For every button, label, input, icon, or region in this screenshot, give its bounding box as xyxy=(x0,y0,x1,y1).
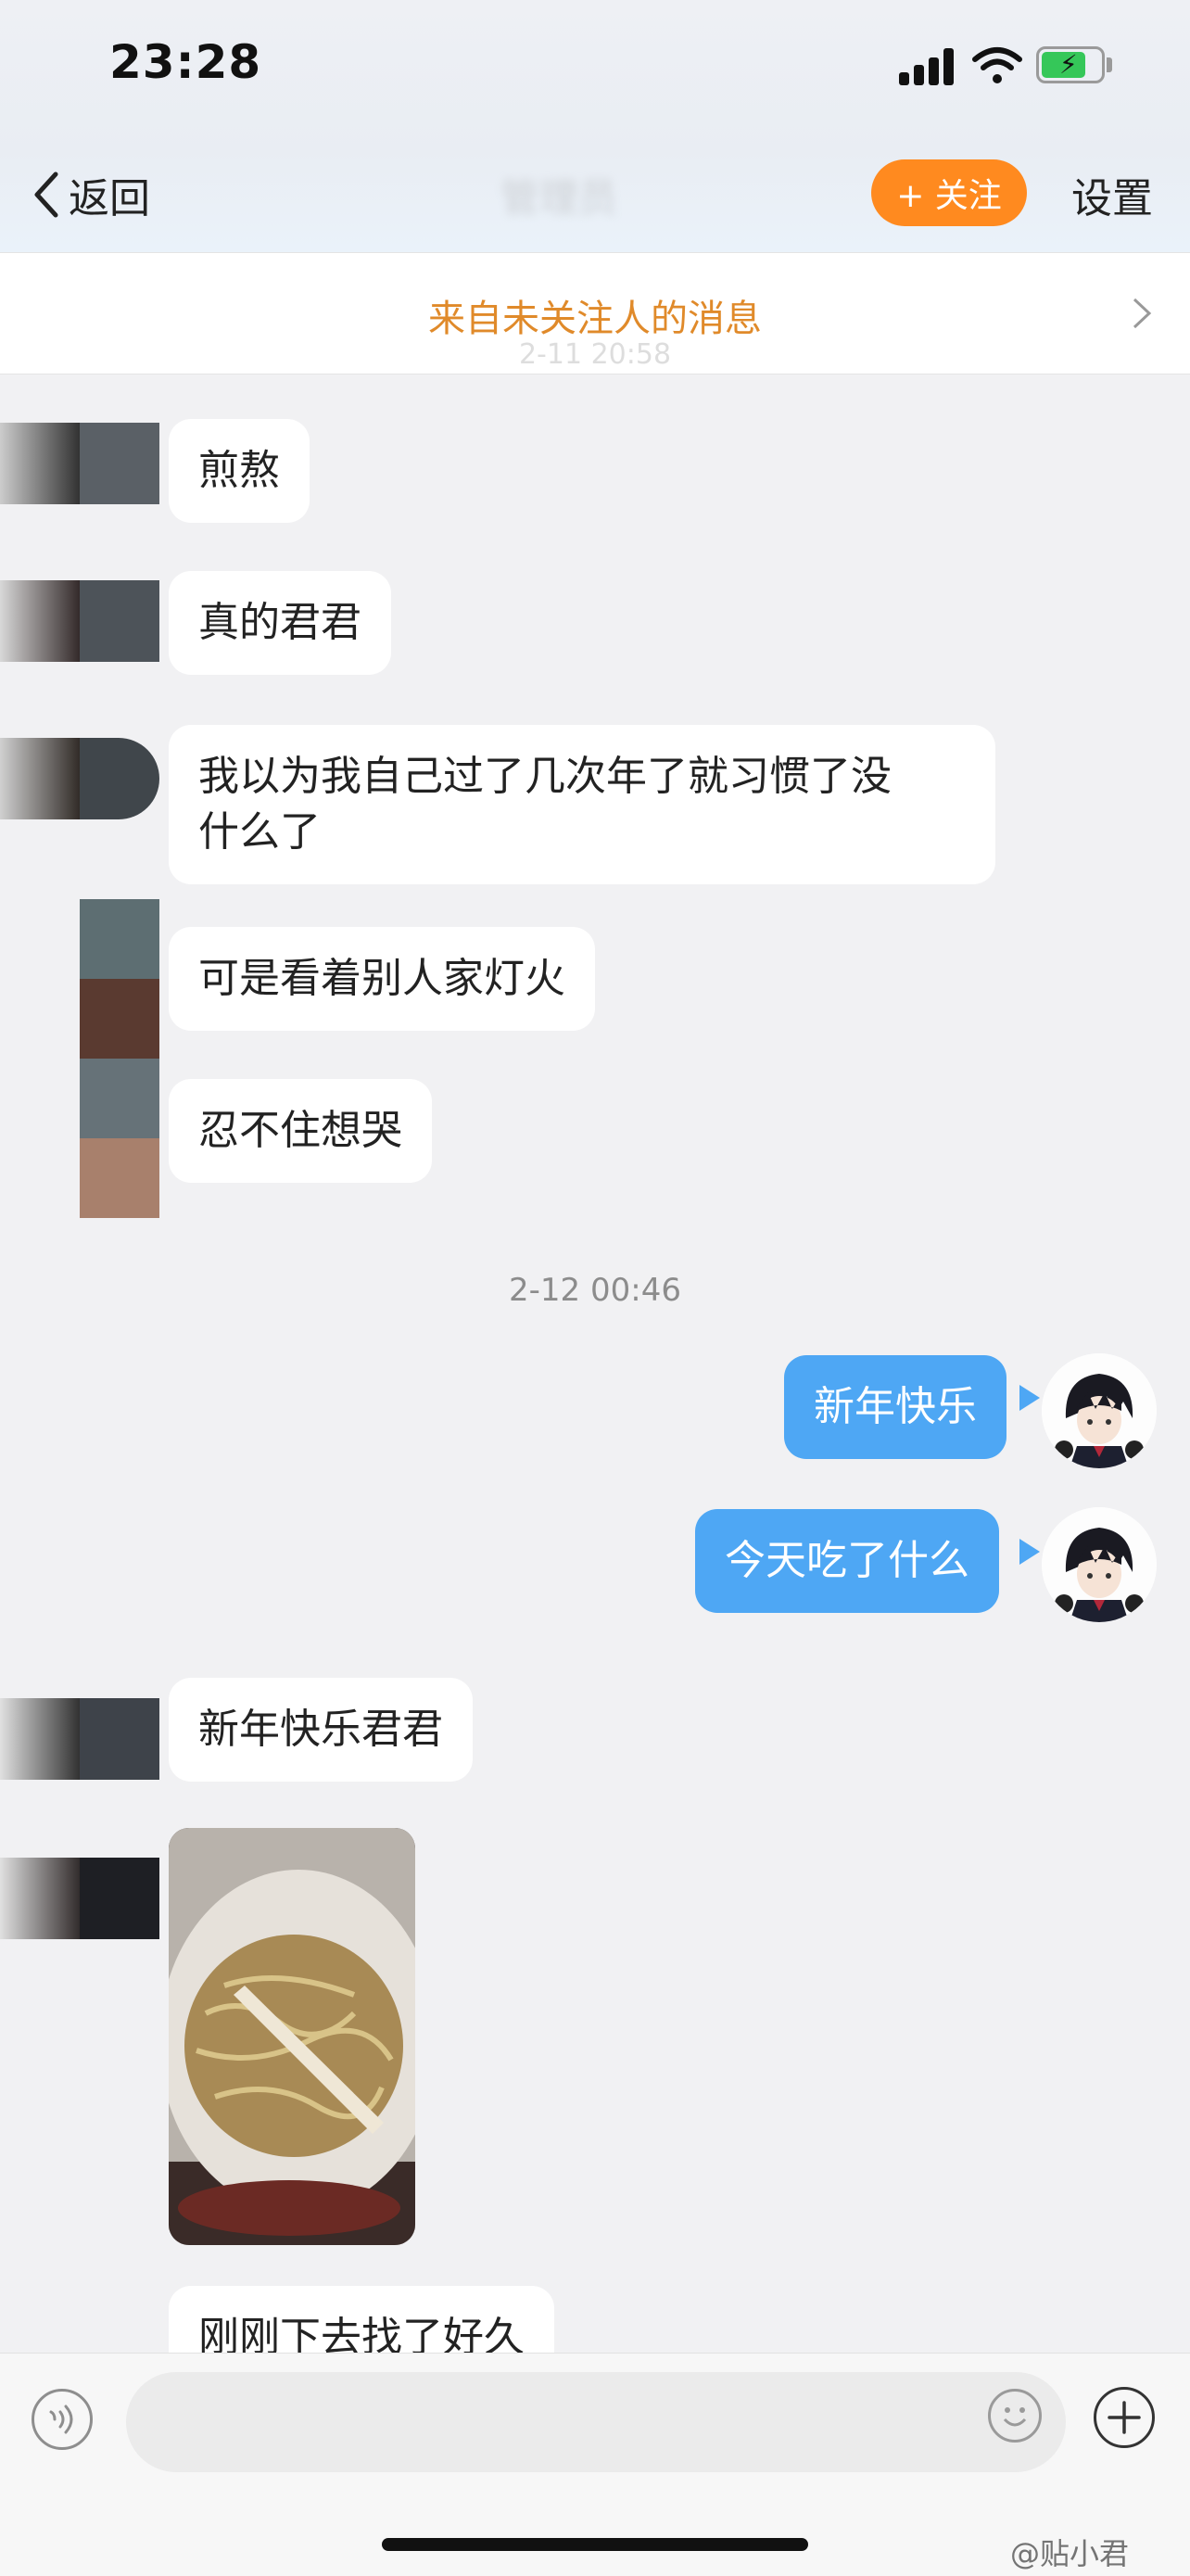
banner-timestamp: 2-11 20:58 xyxy=(518,338,672,371)
emoji-icon[interactable] xyxy=(988,2389,1042,2443)
message-bubble-outgoing[interactable]: 新年快乐 xyxy=(784,1355,1006,1459)
message-bubble[interactable]: 可是看着别人家灯火 xyxy=(169,927,595,1031)
sender-avatar[interactable] xyxy=(80,899,159,1218)
wifi-icon xyxy=(972,47,1022,83)
battery-cap xyxy=(1107,57,1112,72)
image-message[interactable] xyxy=(169,1828,415,2245)
sender-avatar[interactable] xyxy=(0,580,159,662)
my-avatar[interactable] xyxy=(1042,1353,1157,1468)
message-bubble[interactable]: 新年快乐君君 xyxy=(169,1678,473,1782)
my-avatar[interactable] xyxy=(1042,1507,1157,1622)
top-bar: 23:28 ⚡ 返回 管理员 + 关注 设置 xyxy=(0,0,1190,252)
conversation-title: 管理员 xyxy=(500,175,618,221)
status-time: 23:28 xyxy=(109,35,262,89)
follow-button[interactable]: + 关注 xyxy=(871,159,1027,226)
message-line: 我以为我自己过了几次年了就习惯了没 xyxy=(198,753,892,800)
anime-avatar-icon xyxy=(1042,1353,1157,1468)
message-bubble[interactable]: 忍不住想哭 xyxy=(169,1079,432,1183)
anime-avatar-icon xyxy=(1042,1507,1157,1622)
watermark: @贴小君 xyxy=(1010,2536,1130,2571)
message-bubble-outgoing[interactable]: 今天吃了什么 xyxy=(695,1509,999,1613)
bubble-tail xyxy=(1019,1539,1040,1565)
message-bubble[interactable]: 煎熬 xyxy=(169,419,310,523)
message-bubble[interactable]: 我以为我自己过了几次年了就习惯了没 什么了 xyxy=(169,725,995,884)
sender-avatar[interactable] xyxy=(0,1698,159,1780)
plus-icon[interactable] xyxy=(1094,2387,1155,2448)
message-input[interactable] xyxy=(126,2372,1066,2472)
chevron-left-icon xyxy=(34,171,58,218)
bubble-tail xyxy=(1019,1385,1040,1411)
banner-text: 来自未关注人的消息 xyxy=(428,298,762,340)
sender-avatar[interactable] xyxy=(0,1858,159,1939)
noodle-bowl-photo-icon xyxy=(169,1828,415,2245)
home-indicator[interactable] xyxy=(382,2538,808,2551)
battery-icon: ⚡ xyxy=(1036,46,1105,83)
sender-avatar[interactable] xyxy=(0,423,159,504)
sender-avatar[interactable] xyxy=(0,738,159,819)
back-button[interactable]: 返回 xyxy=(28,162,150,227)
chevron-right-icon xyxy=(1133,298,1152,329)
cellular-signal-icon xyxy=(899,48,956,85)
stranger-message-banner[interactable]: 2-11 20:58 来自未关注人的消息 xyxy=(0,252,1190,374)
voice-icon[interactable] xyxy=(32,2389,93,2450)
message-line: 什么了 xyxy=(198,808,321,856)
settings-button[interactable]: 设置 xyxy=(1071,165,1153,224)
back-label: 返回 xyxy=(69,175,150,222)
message-bubble[interactable]: 真的君君 xyxy=(169,571,391,675)
message-timestamp: 2-12 00:46 xyxy=(509,1272,681,1309)
